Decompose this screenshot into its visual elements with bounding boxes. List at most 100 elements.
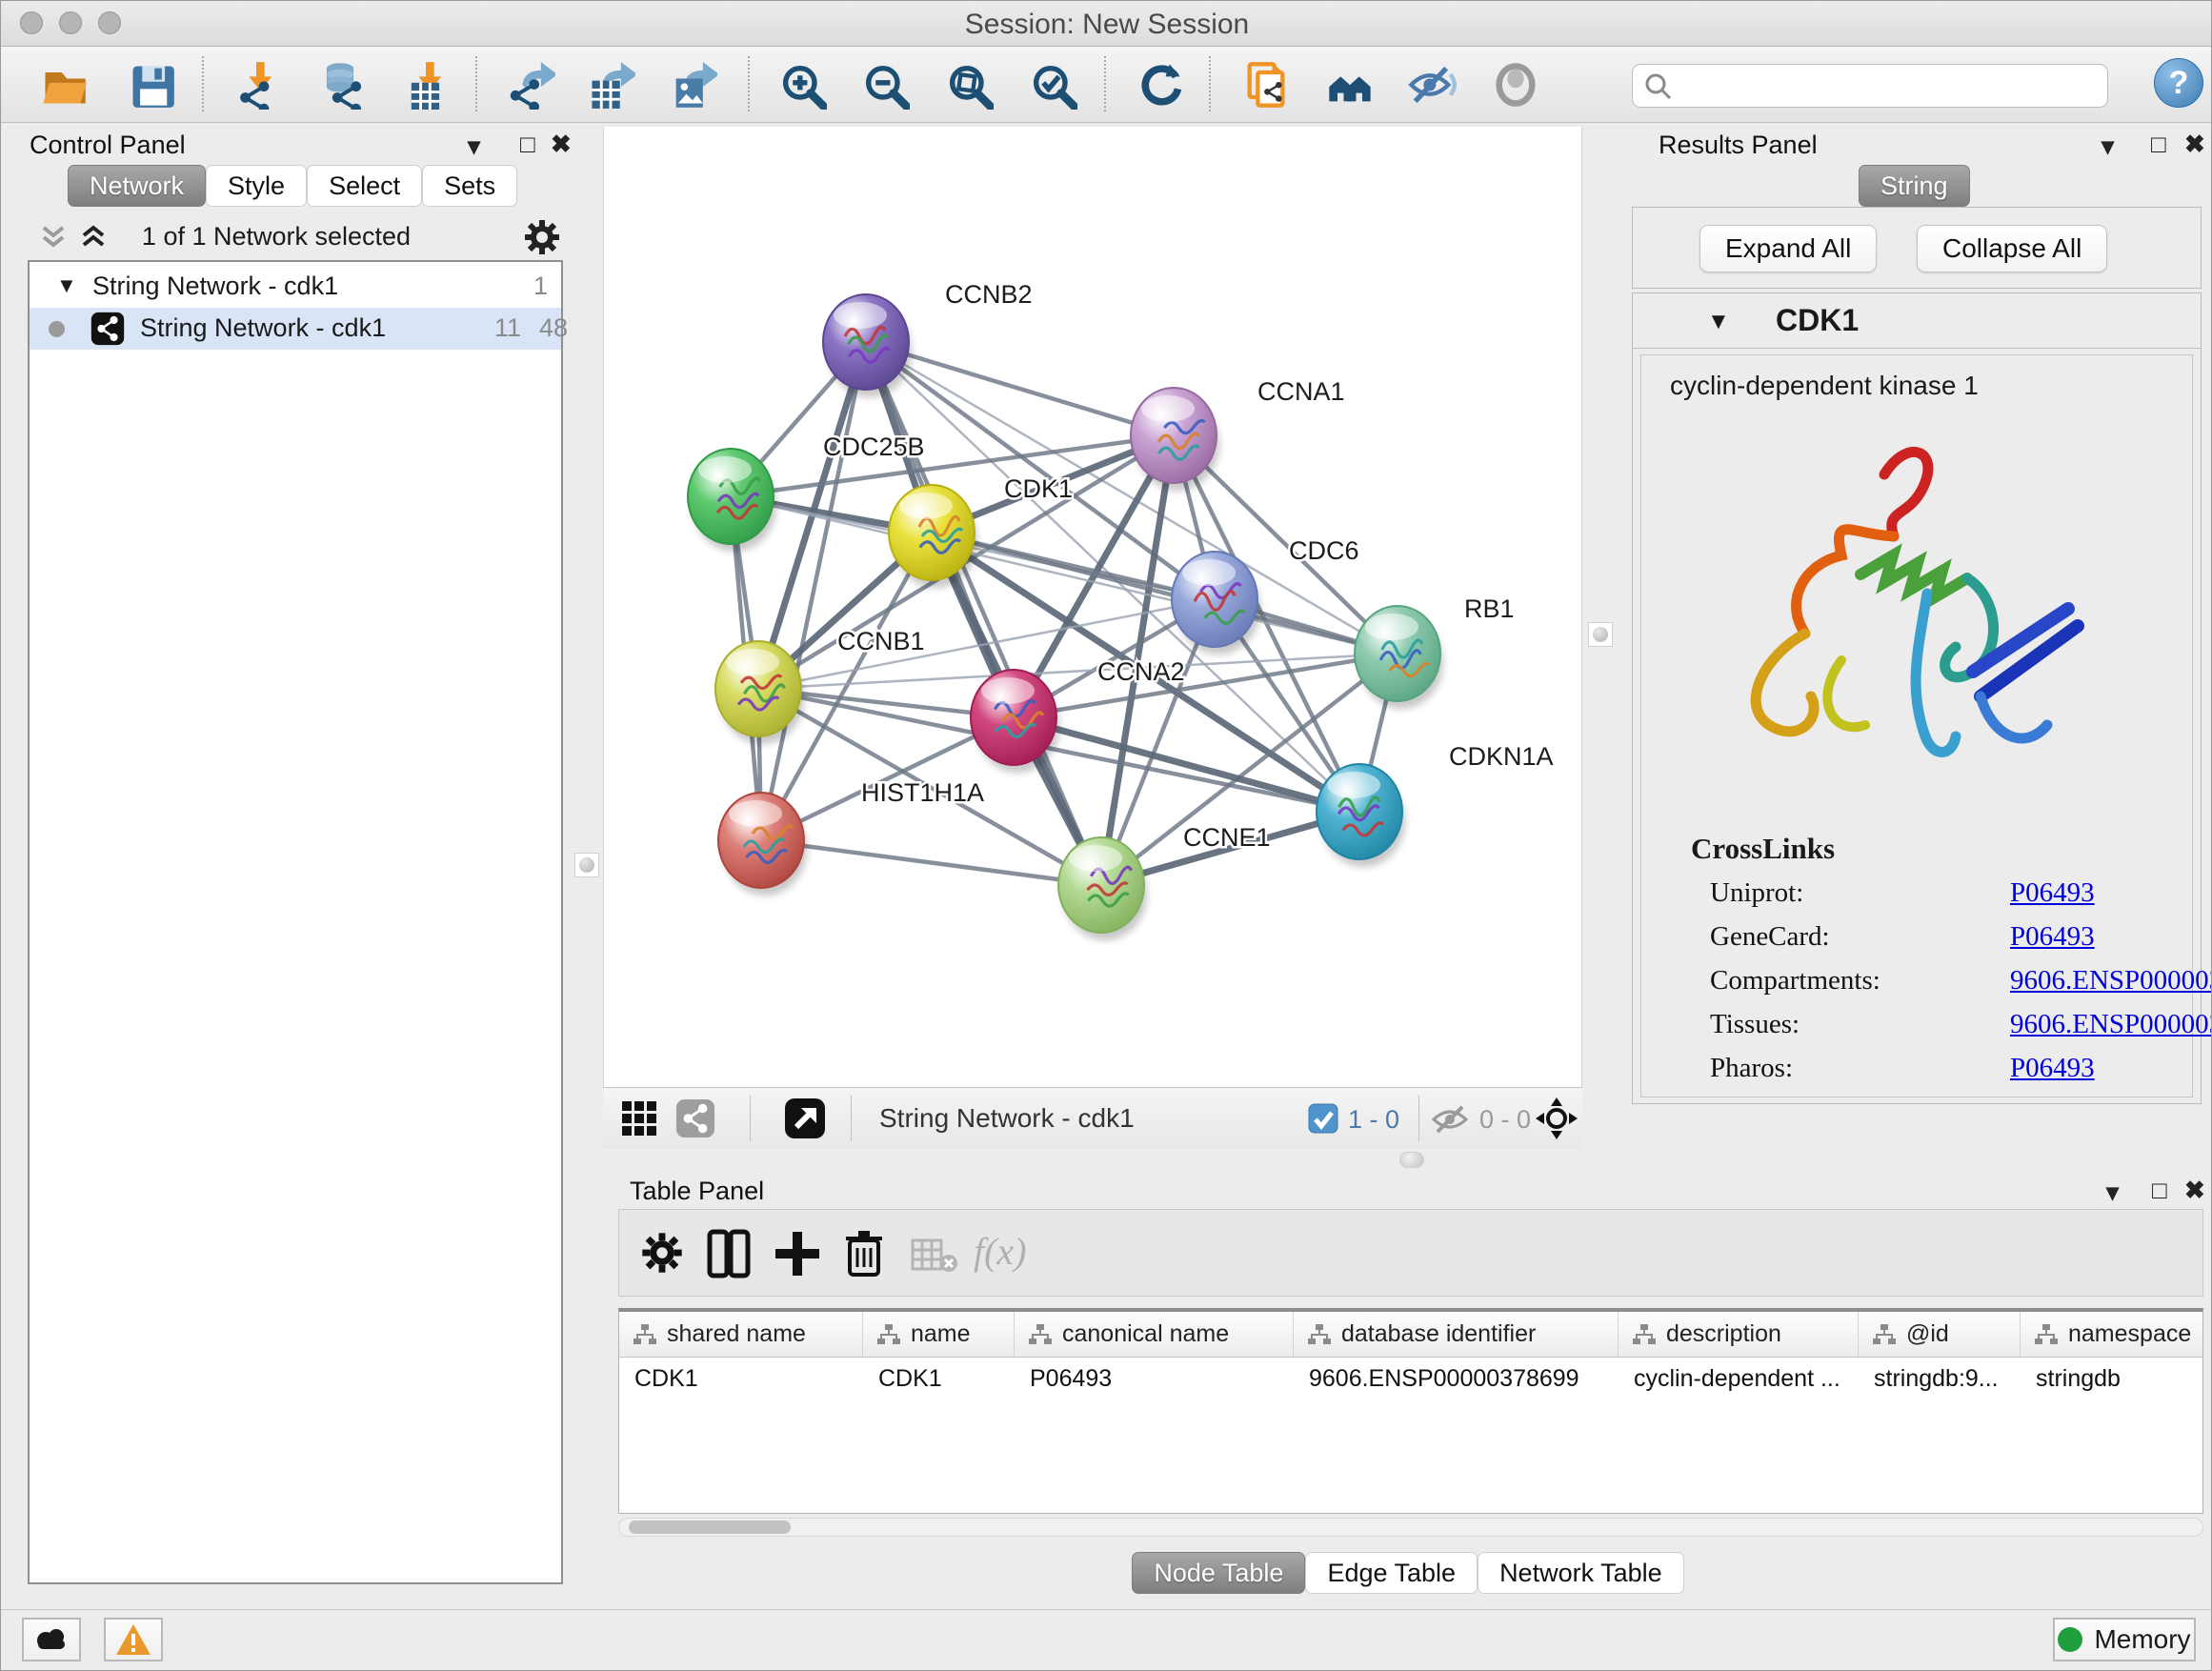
edge-CCNB2-HIST1H1A[interactable] xyxy=(761,342,866,840)
collapse-panel-icon[interactable]: ▾ xyxy=(2106,1178,2119,1205)
tab-node-table[interactable]: Node Table xyxy=(1132,1552,1305,1594)
node-CDKN1A[interactable]: CDKN1A xyxy=(1317,742,1554,867)
edge-HIST1H1A-CCNE1[interactable] xyxy=(761,840,1101,885)
collapse-panel-icon[interactable]: ▾ xyxy=(468,132,480,159)
node-RB1[interactable]: RB1 xyxy=(1355,594,1515,709)
fit-selected-crosshair-icon[interactable] xyxy=(1535,1097,1579,1140)
help-button[interactable]: ? xyxy=(2154,58,2203,108)
import-table-button[interactable] xyxy=(401,56,456,113)
network-canvas[interactable]: CCNB2CCNA1CDC25BCDK1CDC6RB1CCNB1CCNA2CDK… xyxy=(603,127,1582,1087)
gray-sphere-button[interactable] xyxy=(1491,56,1546,113)
network-collection-row[interactable]: ▼ String Network - cdk1 1 xyxy=(30,266,561,308)
tab-style[interactable]: Style xyxy=(206,165,307,207)
scrollbar-thumb[interactable] xyxy=(629,1520,791,1534)
crosslink-link[interactable]: 9606.ENSP00000378699 xyxy=(2010,1009,2212,1040)
column-header-description[interactable]: description xyxy=(1619,1312,1859,1358)
column-header-label: @id xyxy=(1906,1320,1949,1348)
column-header-name[interactable]: name xyxy=(863,1312,1015,1358)
cloud-button[interactable] xyxy=(22,1618,81,1661)
import-network-button[interactable] xyxy=(231,56,287,113)
refresh-button[interactable] xyxy=(1135,56,1190,113)
edge-CCNA1-CDC25B[interactable] xyxy=(731,435,1174,496)
separator xyxy=(750,1096,751,1141)
zoom-out-icon xyxy=(860,60,915,110)
column-header-label: canonical name xyxy=(1062,1320,1229,1348)
column-header-database-identifier[interactable]: database identifier xyxy=(1294,1312,1619,1358)
gear-icon[interactable] xyxy=(523,218,561,256)
string-network-graph[interactable]: CCNB2CCNA1CDC25BCDK1CDC6RB1CCNB1CCNA2CDK… xyxy=(604,127,1583,1087)
export-image-button[interactable] xyxy=(668,56,723,113)
delete-column-icon[interactable] xyxy=(844,1229,884,1278)
float-panel-icon[interactable]: □ xyxy=(2152,1177,2167,1203)
close-panel-icon[interactable]: ✖ xyxy=(2184,131,2205,157)
import-database-button[interactable] xyxy=(315,56,371,113)
tab-edge-table[interactable]: Edge Table xyxy=(1305,1552,1478,1594)
title-bar: Session: New Session xyxy=(1,1,2212,47)
close-panel-icon[interactable]: ✖ xyxy=(2184,1177,2205,1203)
selected-checkbox-icon[interactable] xyxy=(1308,1103,1338,1134)
add-column-icon[interactable] xyxy=(774,1230,821,1278)
splitter-handle[interactable] xyxy=(1399,1152,1424,1168)
tab-string[interactable]: String xyxy=(1859,165,1970,207)
warning-button[interactable] xyxy=(104,1618,163,1661)
search-input[interactable] xyxy=(1680,68,2100,102)
tab-sets[interactable]: Sets xyxy=(422,165,517,207)
section-collapse-icon[interactable]: ▼ xyxy=(1707,309,1730,335)
float-panel-icon[interactable]: □ xyxy=(520,131,535,157)
table-horizontal-scrollbar[interactable] xyxy=(618,1518,2203,1537)
node-table[interactable]: shared name name canonical name database… xyxy=(618,1308,2203,1514)
collapse-all-button[interactable]: Collapse All xyxy=(1917,225,2107,272)
collection-expand-icon[interactable]: ▼ xyxy=(56,273,77,298)
window-title: Session: New Session xyxy=(1,9,2212,41)
houses-button[interactable] xyxy=(1325,56,1380,113)
memory-button[interactable]: Memory xyxy=(2053,1618,2196,1661)
save-floppy-button[interactable] xyxy=(127,56,182,113)
expand-all-button[interactable]: Expand All xyxy=(1699,225,1877,272)
splitter-handle[interactable] xyxy=(574,853,599,877)
edge-CCNB2-CCNA1[interactable] xyxy=(866,342,1174,435)
show-columns-icon[interactable] xyxy=(707,1229,751,1278)
table-cell: P06493 xyxy=(1015,1358,1294,1399)
network-row[interactable]: String Network - cdk1 11 48 xyxy=(30,308,561,350)
zoom-selected-button[interactable] xyxy=(1028,56,1083,113)
zoom-fit-button[interactable] xyxy=(944,56,999,113)
crosslink-link[interactable]: P06493 xyxy=(2010,921,2095,953)
table-row[interactable]: CDK1CDK1P064939606.ENSP00000378699cyclin… xyxy=(619,1358,2202,1399)
node-CCNB2[interactable]: CCNB2 xyxy=(823,280,1033,397)
search-box xyxy=(1632,64,2108,108)
tab-select[interactable]: Select xyxy=(307,165,422,207)
open-folder-button[interactable] xyxy=(39,56,94,113)
duplicate-network-button[interactable] xyxy=(1241,56,1297,113)
zoom-out-button[interactable] xyxy=(860,56,915,113)
column-header-label: shared name xyxy=(667,1320,806,1348)
grid-view-icon[interactable] xyxy=(620,1099,658,1137)
export-table-button[interactable] xyxy=(586,56,641,113)
tab-network-table[interactable]: Network Table xyxy=(1478,1552,1684,1594)
gene-section-header[interactable]: ▼ CDK1 xyxy=(1633,293,2201,349)
horizontal-splitter[interactable] xyxy=(571,1149,1620,1171)
float-panel-icon[interactable]: □ xyxy=(2151,131,2166,157)
splitter-handle[interactable] xyxy=(1588,622,1613,647)
save-floppy-icon xyxy=(127,60,182,110)
crosslink-link[interactable]: 9606.ENSP00000378699 xyxy=(2010,965,2212,997)
collapse-panel-icon[interactable]: ▾ xyxy=(2101,132,2114,159)
tab-network[interactable]: Network xyxy=(68,165,206,207)
crosslink-link[interactable]: P06493 xyxy=(2010,877,2095,909)
column-header-shared-name[interactable]: shared name xyxy=(619,1312,863,1358)
crosslink-link[interactable]: P06493 xyxy=(2010,1053,2095,1084)
hidden-eye-slash-icon[interactable] xyxy=(1430,1102,1470,1137)
column-header-@id[interactable]: @id xyxy=(1859,1312,2021,1358)
close-panel-icon[interactable]: ✖ xyxy=(551,131,572,157)
column-header-namespace[interactable]: namespace xyxy=(2021,1312,2203,1358)
birds-eye-view-icon[interactable] xyxy=(784,1097,826,1139)
node-CCNE1[interactable]: CCNE1 xyxy=(1058,823,1271,940)
node-CCNA1[interactable]: CCNA1 xyxy=(1131,377,1345,491)
eye-slash-button[interactable] xyxy=(1407,56,1462,113)
right-splitter[interactable] xyxy=(1582,123,1620,1171)
gear-icon[interactable] xyxy=(640,1231,684,1275)
zoom-in-button[interactable] xyxy=(777,56,833,113)
string-view-icon[interactable] xyxy=(675,1098,715,1138)
left-splitter[interactable] xyxy=(571,123,603,1171)
export-network-button[interactable] xyxy=(506,56,561,113)
column-header-canonical-name[interactable]: canonical name xyxy=(1015,1312,1294,1358)
